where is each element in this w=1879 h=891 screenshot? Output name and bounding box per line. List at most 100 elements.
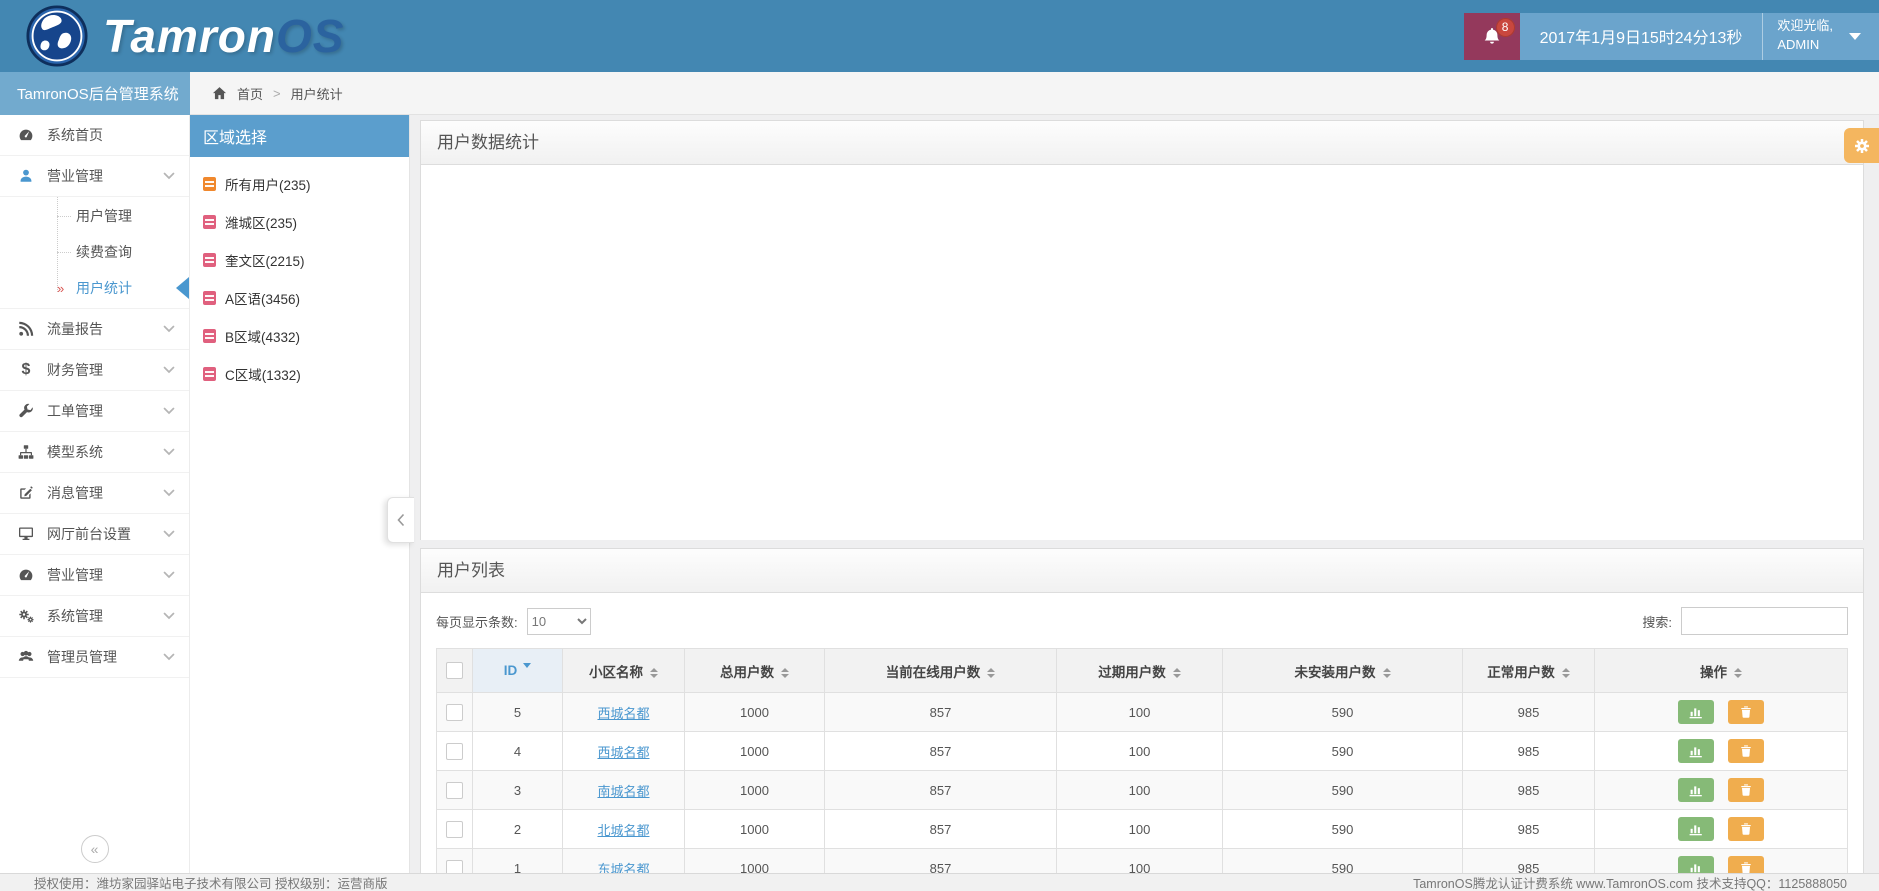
community-link[interactable]: 东城名都: [597, 862, 649, 874]
region-panel: 区域选择 所有用户(235) 潍城区(235) 奎文区(2215) A区语(34…: [190, 115, 410, 873]
region-item-area-c[interactable]: C区域(1332): [190, 355, 409, 393]
sidebar-item-model-system[interactable]: 模型系统: [0, 432, 189, 473]
chevron-down-icon: [163, 489, 175, 497]
sidebar-item-business[interactable]: 营业管理: [0, 156, 189, 197]
rss-icon: [17, 321, 35, 338]
column-header-actions[interactable]: 操作: [1594, 648, 1848, 693]
dollar-icon: $: [21, 361, 31, 378]
column-header-online[interactable]: 当前在线用户数: [824, 648, 1057, 693]
row-checkbox[interactable]: [446, 742, 463, 760]
sort-icon: [1561, 667, 1570, 678]
user-menu[interactable]: 欢迎光临, ADMIN: [1762, 12, 1879, 60]
breadcrumb-current: 用户统计: [290, 86, 343, 102]
column-header-total[interactable]: 总用户数: [684, 648, 825, 693]
column-header-name[interactable]: 小区名称: [562, 648, 685, 693]
delete-button[interactable]: [1727, 856, 1764, 873]
view-chart-button[interactable]: [1678, 700, 1715, 724]
region-item-kuiwen[interactable]: 奎文区(2215): [190, 241, 409, 279]
table-controls: 每页显示条数: 10 搜索:: [421, 593, 1863, 647]
delete-button[interactable]: [1727, 700, 1764, 724]
page-size-label: 每页显示条数:: [436, 614, 518, 630]
user-icon: [17, 168, 35, 185]
region-item-weicheng[interactable]: 潍城区(235): [190, 203, 409, 241]
sort-icon: [1172, 667, 1181, 678]
view-chart-button[interactable]: [1678, 856, 1715, 873]
sidebar-item-work-order[interactable]: 工单管理: [0, 391, 189, 432]
column-header-normal[interactable]: 正常用户数: [1462, 648, 1595, 693]
bar-chart-icon: [1688, 822, 1704, 836]
settings-tab-button[interactable]: [1844, 128, 1879, 163]
sidebar-item-finance[interactable]: $ 财务管理: [0, 350, 189, 391]
view-chart-button[interactable]: [1678, 778, 1715, 802]
chevron-down-icon: [163, 172, 175, 180]
stats-panel: 用户数据统计: [420, 120, 1864, 540]
header-right-group: 8 2017年1月9日15时24分13秒 欢迎光临, ADMIN: [1463, 0, 1879, 72]
view-chart-button[interactable]: [1678, 817, 1715, 841]
sidebar-item-messages[interactable]: 消息管理: [0, 473, 189, 514]
page-size-select[interactable]: 10: [526, 607, 591, 635]
sidebar-collapse-button[interactable]: «: [80, 835, 109, 863]
notifications-button[interactable]: 8: [1463, 12, 1520, 60]
sidebar-item-traffic-report[interactable]: 流量报告: [0, 309, 189, 350]
sort-desc-icon: [523, 663, 532, 668]
sidebar-subitem-user-management[interactable]: 用户管理: [0, 198, 189, 234]
table-row: 4 西城名都 1000 857 100 590 985: [436, 731, 1848, 771]
sidebar-subitem-user-stats[interactable]: » 用户统计: [0, 270, 189, 306]
column-header-uninstalled[interactable]: 未安装用户数: [1222, 648, 1463, 693]
region-item-area-a[interactable]: A区语(3456): [190, 279, 409, 317]
logo: TamronOS: [0, 5, 344, 67]
sort-icon: [650, 667, 658, 678]
table-header-row: ID 小区名称 总用户数 当前在线用户数 过期用户数 未安装用户数 正常用户数 …: [436, 648, 1848, 693]
bar-chart-icon: [1688, 783, 1704, 797]
region-item-all-users[interactable]: 所有用户(235): [190, 165, 409, 203]
bar-chart-icon: [1688, 744, 1704, 758]
sidebar-item-portal-settings[interactable]: 网厅前台设置: [0, 514, 189, 555]
user-table: ID 小区名称 总用户数 当前在线用户数 过期用户数 未安装用户数 正常用户数 …: [436, 648, 1848, 873]
row-checkbox[interactable]: [446, 820, 463, 838]
delete-button[interactable]: [1727, 778, 1764, 802]
community-link[interactable]: 北城名都: [597, 823, 649, 838]
sidebar-item-system-home[interactable]: 系统首页: [0, 115, 189, 156]
list-panel-title: 用户列表: [421, 549, 1863, 593]
gears-icon: [17, 608, 35, 625]
active-marker: »: [57, 280, 65, 296]
stats-chart-area: [421, 165, 1863, 540]
community-link[interactable]: 西城名都: [597, 706, 649, 721]
select-all-checkbox[interactable]: [446, 662, 463, 679]
wrench-icon: [17, 403, 35, 420]
sidebar-item-admin-management[interactable]: 管理员管理: [0, 637, 189, 678]
search-input[interactable]: [1681, 607, 1848, 635]
table-row: 5 西城名都 1000 857 100 590 985: [436, 692, 1848, 732]
bar-chart-icon: [1688, 861, 1704, 873]
list-icon: [203, 215, 216, 229]
table-row: 1 东城名都 1000 857 100 590 985: [436, 848, 1848, 874]
community-link[interactable]: 西城名都: [597, 745, 649, 760]
delete-button[interactable]: [1727, 817, 1764, 841]
list-icon: [203, 177, 216, 191]
region-item-area-b[interactable]: B区域(4332): [190, 317, 409, 355]
breadcrumb-separator: >: [273, 85, 281, 101]
list-icon: [203, 367, 216, 381]
sidebar-item-business-2[interactable]: 营业管理: [0, 555, 189, 596]
chevron-down-icon: [163, 612, 175, 620]
breadcrumb-home[interactable]: 首页: [237, 84, 263, 103]
sidebar-item-system-management[interactable]: 系统管理: [0, 596, 189, 637]
column-header-id[interactable]: ID: [472, 648, 563, 693]
sidebar-subitem-renewal-query[interactable]: 续费查询: [0, 234, 189, 270]
region-collapse-button[interactable]: [387, 497, 414, 543]
breadcrumb: 首页 > 用户统计: [190, 72, 1879, 115]
row-checkbox[interactable]: [446, 781, 463, 799]
row-checkbox[interactable]: [446, 859, 463, 873]
view-chart-button[interactable]: [1678, 739, 1715, 763]
footer-license: 授权使用：潍坊家园驿站电子技术有限公司 授权级别：运营商版: [34, 877, 388, 891]
delete-button[interactable]: [1727, 739, 1764, 763]
footer: 授权使用：潍坊家园驿站电子技术有限公司 授权级别：运营商版 TamronOS腾龙…: [0, 873, 1879, 891]
sort-icon: [781, 667, 789, 678]
active-item-arrow: [176, 277, 189, 299]
users-icon: [17, 649, 35, 666]
stats-panel-title: 用户数据统计: [421, 121, 1863, 165]
sidebar-submenu-business: 用户管理 续费查询 » 用户统计: [0, 197, 189, 309]
community-link[interactable]: 南城名都: [597, 784, 649, 799]
row-checkbox[interactable]: [446, 703, 463, 721]
column-header-expired[interactable]: 过期用户数: [1056, 648, 1223, 693]
